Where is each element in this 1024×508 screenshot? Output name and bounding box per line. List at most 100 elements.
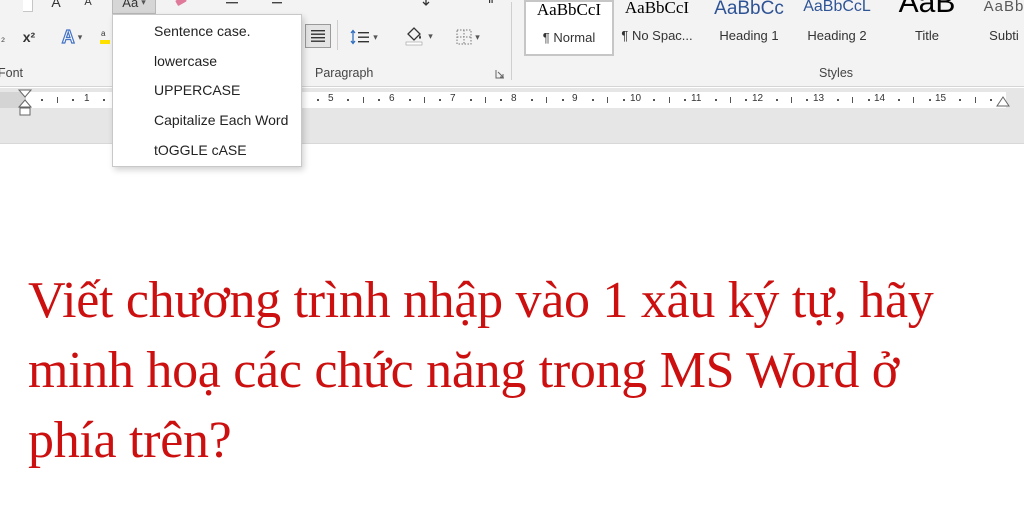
ruler-mark — [424, 97, 425, 103]
right-indent-marker-icon[interactable] — [996, 96, 1010, 108]
style-no-spacing[interactable]: AaBbCcI ¶ No Spac... — [614, 0, 700, 56]
ruler-mark — [653, 99, 655, 101]
multilevel-list-button[interactable] — [262, 0, 286, 12]
clear-formatting-button[interactable] — [170, 0, 192, 12]
ruler-mark — [470, 99, 472, 101]
style-sample: AaB — [898, 0, 956, 19]
ruler-mark — [913, 97, 914, 103]
superscript-button[interactable]: x² — [18, 25, 40, 49]
ruler-number: 8 — [511, 93, 517, 104]
justify-icon — [311, 30, 325, 42]
subscript-button[interactable]: ₂ — [0, 26, 10, 50]
style-sample: AaBb — [983, 0, 1024, 15]
ruler-number: 13 — [813, 93, 825, 104]
ruler-mark — [990, 99, 992, 101]
ruler-mark — [929, 99, 931, 101]
chevron-down-icon: ▾ — [373, 31, 378, 42]
ruler-mark — [806, 99, 808, 101]
borders-button[interactable]: ▾ — [448, 25, 488, 49]
ruler-mark — [347, 99, 349, 101]
style-sample: AaBbCc — [714, 0, 784, 19]
ruler-mark — [898, 99, 900, 101]
ruler-mark — [868, 99, 870, 101]
ruler-number: 7 — [450, 93, 456, 104]
style-heading-2[interactable]: AaBbCcL Heading 2 — [794, 0, 880, 56]
ruler-mark — [607, 97, 608, 103]
text-highlight-button[interactable]: a — [98, 25, 112, 49]
ruler-mark — [852, 97, 853, 103]
ruler-mark — [317, 99, 319, 101]
ruler-number: 14 — [874, 93, 886, 104]
style-name: Title — [914, 28, 940, 43]
ruler-number: 5 — [328, 93, 334, 104]
ruler-mark — [439, 99, 441, 101]
line-spacing-button[interactable]: ▾ — [345, 25, 383, 49]
menu-item-uppercase[interactable]: UPPERCASE — [154, 82, 240, 98]
document-line: minh hoạ các chức năng trong MS Word ở — [28, 342, 899, 399]
indent-markers-icon[interactable] — [18, 89, 32, 117]
change-case-button[interactable]: Aa ▾ — [112, 0, 156, 14]
style-name: ¶ Normal — [542, 30, 596, 45]
menu-item-lowercase[interactable]: lowercase — [154, 53, 217, 69]
eraser-icon — [175, 0, 187, 6]
chevron-down-icon: ▾ — [475, 31, 480, 42]
ruler-number: 12 — [752, 93, 764, 104]
ruler-mark — [41, 99, 43, 101]
style-name: Subti — [989, 28, 1019, 43]
style-sample: AaBbCcL — [803, 0, 871, 15]
font-size-field-edge[interactable] — [22, 0, 34, 16]
styles-gallery: AaBbCcI ¶ Normal AaBbCcI ¶ No Spac... Aa… — [522, 0, 1024, 58]
ruler-mark — [959, 99, 961, 101]
style-sample: AaBbCcI — [624, 0, 690, 17]
chevron-down-icon: ▾ — [77, 31, 83, 42]
highlighter-icon: a — [100, 29, 110, 44]
ruler-mark — [592, 99, 594, 101]
styles-group-label: Styles — [819, 66, 854, 80]
sort-button[interactable] — [412, 0, 434, 12]
ruler-number: 9 — [572, 93, 578, 104]
ruler-mark — [745, 99, 747, 101]
style-subtitle[interactable]: AaBb Subti — [974, 0, 1024, 56]
ruler-mark — [730, 97, 731, 103]
change-case-menu: Sentence case. lowercase UPPERCASE Capit… — [112, 14, 302, 167]
shading-button[interactable]: ▾ — [398, 24, 438, 48]
paragraph-dialog-launcher[interactable] — [494, 68, 506, 80]
ruler-mark — [531, 99, 533, 101]
chevron-down-icon: ▾ — [428, 30, 433, 41]
style-name: Heading 2 — [807, 28, 867, 43]
dialog-launcher-icon — [495, 70, 504, 79]
ruler-mark — [363, 97, 364, 103]
ruler-mark — [791, 97, 792, 103]
document-body[interactable]: Viết chương trình nhập vào 1 xâu ký tự, … — [28, 266, 1018, 476]
font-group-label: Font — [0, 66, 24, 80]
style-heading-1[interactable]: AaBbCc Heading 1 — [706, 0, 792, 56]
ruler-number: 1 — [84, 93, 90, 104]
pilcrow-icon — [489, 0, 493, 3]
ruler-mark — [776, 99, 778, 101]
multilevel-list-icon — [272, 2, 282, 4]
ruler-mark — [500, 99, 502, 101]
style-title[interactable]: AaB Title — [882, 0, 972, 56]
style-normal[interactable]: AaBbCcI ¶ Normal — [524, 0, 614, 56]
grow-font-button[interactable]: A — [46, 0, 66, 14]
numbering-button[interactable] — [218, 0, 242, 12]
menu-item-capitalize-each-word[interactable]: Capitalize Each Word — [154, 112, 288, 128]
justify-button[interactable] — [305, 24, 331, 48]
ruler-mark — [562, 99, 564, 101]
document-line: phía trên? — [28, 412, 232, 469]
menu-item-sentence-case[interactable]: Sentence case. — [154, 23, 251, 39]
chevron-down-icon: ▾ — [141, 0, 146, 7]
menu-item-toggle-case[interactable]: tOGGLE cASE — [154, 142, 247, 158]
borders-icon — [456, 29, 472, 45]
paragraph-group-label: Paragraph — [315, 66, 374, 80]
paint-bucket-icon — [405, 27, 423, 46]
change-case-label: Aa — [122, 0, 139, 10]
sort-icon — [422, 0, 430, 6]
ruler-mark — [546, 97, 547, 103]
show-hide-button[interactable] — [478, 0, 500, 12]
shrink-font-button[interactable]: A — [78, 0, 98, 14]
text-effects-button[interactable]: A ▾ — [52, 25, 92, 49]
group-separator — [511, 2, 512, 80]
ruler-mark — [837, 99, 839, 101]
ruler-number: 11 — [691, 93, 702, 104]
